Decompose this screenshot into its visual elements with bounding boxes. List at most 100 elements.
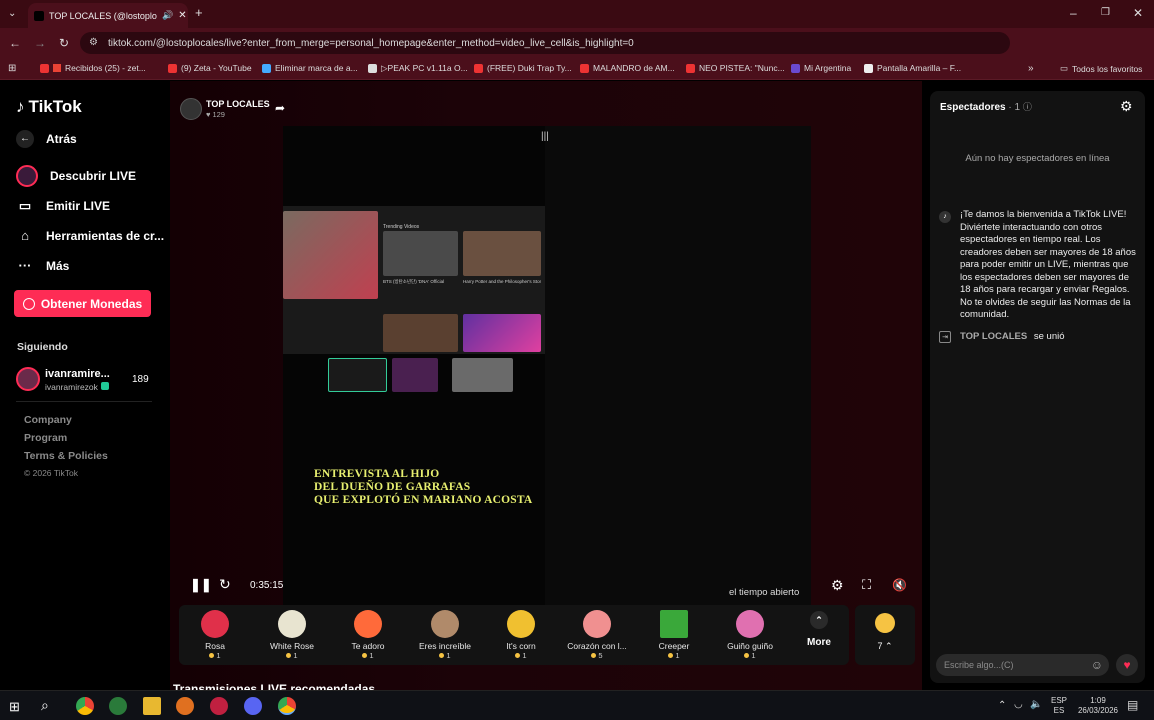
app-icon[interactable] bbox=[210, 697, 228, 715]
fl-studio-icon[interactable] bbox=[176, 697, 194, 715]
tiktok-logo[interactable]: ♪ TikTok bbox=[16, 97, 82, 117]
file-explorer-icon[interactable] bbox=[143, 697, 161, 715]
gift-item[interactable]: It's corn 1 bbox=[484, 605, 558, 665]
welcome-message: ¡Te damos la bienvenida a TikTok LIVE! D… bbox=[960, 209, 1136, 320]
coin-balance-panel[interactable]: 7 ⌃ bbox=[855, 605, 915, 665]
mute-speaker-icon[interactable]: 🔇 bbox=[892, 578, 907, 592]
footer-company-link[interactable]: Company bbox=[24, 414, 72, 426]
coin-icon bbox=[362, 653, 368, 658]
divider bbox=[16, 401, 152, 402]
more-bookmarks-chevron-icon[interactable]: » bbox=[1028, 63, 1034, 75]
gift-item[interactable]: Eres increíble 1 bbox=[408, 605, 482, 665]
site-favicon-icon bbox=[262, 63, 271, 73]
bookmark-item[interactable]: Recibidos (25) - zet... bbox=[40, 63, 146, 73]
bookmark-item[interactable]: (9) Zeta - YouTube bbox=[168, 63, 252, 73]
gift-item[interactable]: Guiño guiño 1 bbox=[713, 605, 787, 665]
windows-start-icon[interactable]: ⊞ bbox=[9, 699, 20, 715]
tab-close-icon[interactable]: ✕ bbox=[178, 10, 186, 21]
chrome-active-icon[interactable] bbox=[278, 697, 296, 715]
reload-icon[interactable]: ↻ bbox=[59, 37, 69, 49]
chat-input[interactable]: Escribe algo...(C) ☺ bbox=[936, 654, 1109, 676]
notifications-icon[interactable]: ▤ bbox=[1127, 698, 1138, 712]
bookmark-item[interactable]: Pantalla Amarilla – F... bbox=[864, 63, 961, 73]
gift-item[interactable]: Te adoro 1 bbox=[331, 605, 405, 665]
tab-audio-icon[interactable]: 🔊 bbox=[162, 10, 173, 21]
bookmark-item[interactable]: ▷PEAK PC v1.11a O... bbox=[368, 63, 468, 74]
gift-item[interactable]: Corazón con l... 5 bbox=[560, 605, 634, 665]
rose-gift-icon bbox=[201, 610, 229, 638]
close-window-icon[interactable]: ✕ bbox=[1133, 7, 1143, 19]
coin-icon bbox=[591, 653, 597, 658]
site-info-icon[interactable]: ⚙ bbox=[89, 37, 98, 48]
volume-icon[interactable]: 🔈 bbox=[1030, 699, 1042, 710]
language-indicator[interactable]: ESP ES bbox=[1051, 696, 1067, 716]
sidebar-item-creator-tools[interactable]: ⌂ Herramientas de cr... bbox=[16, 228, 164, 243]
tab-list-chevron-icon[interactable]: ⌄ bbox=[8, 8, 16, 20]
gift-item[interactable]: Rosa 1 bbox=[178, 605, 252, 665]
utorrent-icon[interactable] bbox=[109, 697, 127, 715]
forward-arrow-icon[interactable]: → bbox=[34, 37, 46, 49]
network-icon[interactable]: ◡ bbox=[1014, 699, 1023, 710]
video-thumbnail bbox=[283, 211, 378, 299]
chat-panel: Espectadores · 1 ⓘ ⚙ Aún no hay espectad… bbox=[930, 91, 1145, 683]
pause-icon[interactable]: ❚❚ bbox=[190, 577, 212, 593]
back-link[interactable]: ← Atrás bbox=[16, 130, 77, 148]
gift-item[interactable]: Creeper 1 bbox=[637, 605, 711, 665]
bookmark-item[interactable]: Eliminar marca de a... bbox=[262, 63, 358, 73]
sidebar-item-go-live[interactable]: ▭ Emitir LIVE bbox=[16, 198, 110, 214]
youtube-icon bbox=[40, 63, 49, 73]
footer-terms-link[interactable]: Terms & Policies bbox=[24, 450, 108, 462]
discord-icon[interactable] bbox=[244, 697, 262, 715]
all-bookmarks-folder[interactable]: ▭ Todos los favoritos bbox=[1060, 63, 1142, 74]
settings-gear-icon[interactable]: ⚙ bbox=[831, 577, 844, 594]
bookmark-item[interactable]: Mi Argentina bbox=[791, 63, 851, 73]
more-gifts-button[interactable]: ⌃ More bbox=[800, 611, 838, 648]
address-bar[interactable]: ⚙ tiktok.com/@lostoplocales/live?enter_f… bbox=[80, 32, 1010, 54]
fullscreen-icon[interactable]: ⛶ bbox=[862, 577, 871, 593]
stream-timer: 0:35:15 bbox=[250, 580, 284, 591]
following-header: Siguiendo bbox=[17, 341, 68, 353]
tab-title: TOP LOCALES (@lostoploca bbox=[49, 10, 157, 21]
wink-heart-gift-icon bbox=[736, 610, 764, 638]
hand-heart-gift-icon bbox=[583, 610, 611, 638]
new-tab-plus-icon[interactable]: + bbox=[195, 6, 203, 19]
gmail-icon bbox=[53, 64, 61, 72]
info-icon[interactable]: ⓘ bbox=[1023, 102, 1032, 112]
footer-program-link[interactable]: Program bbox=[24, 432, 67, 444]
following-item[interactable]: ivanramire... ivanramirezok 189 bbox=[16, 366, 156, 394]
youtube-icon bbox=[686, 63, 695, 73]
gift-item[interactable]: White Rose 1 bbox=[255, 605, 329, 665]
refresh-icon[interactable]: ↻ bbox=[219, 576, 231, 593]
host-avatar[interactable] bbox=[180, 98, 202, 120]
coin-count: 7 ⌃ bbox=[877, 641, 893, 651]
emoji-icon[interactable]: ☺ bbox=[1091, 658, 1103, 672]
sidebar-item-more[interactable]: ··· Más bbox=[16, 258, 70, 273]
site-favicon-icon bbox=[864, 63, 873, 73]
bookmark-item[interactable]: (FREE) Duki Trap Ty... bbox=[474, 63, 572, 73]
apps-grid-icon[interactable]: ⊞ bbox=[8, 63, 16, 75]
host-name[interactable]: TOP LOCALES bbox=[206, 99, 270, 109]
restore-window-icon[interactable]: ❐ bbox=[1101, 7, 1110, 19]
like-heart-icon[interactable]: ♥ bbox=[1116, 654, 1138, 676]
chrome-icon[interactable] bbox=[76, 697, 94, 715]
bookmark-item[interactable]: MALANDRO de AM... bbox=[580, 63, 675, 73]
back-arrow-icon[interactable]: ← bbox=[9, 37, 21, 49]
minimize-window-icon[interactable]: – bbox=[1070, 7, 1077, 19]
share-icon[interactable]: ➦ bbox=[275, 101, 285, 115]
browser-tab-active[interactable]: TOP LOCALES (@lostoploca 🔊 ✕ bbox=[28, 3, 188, 28]
tiktok-favicon-icon bbox=[34, 10, 44, 21]
heart-icon: ♥ bbox=[206, 110, 211, 119]
sidebar-item-discover-live[interactable]: Descubrir LIVE bbox=[16, 165, 136, 187]
video-caption: ENTREVISTA AL HIJO DEL DUEÑO DE GARRAFAS… bbox=[314, 468, 533, 506]
coin-icon bbox=[744, 653, 750, 658]
tiktok-live-page: ♪ TikTok ← Atrás Descubrir LIVE ▭ Emitir… bbox=[0, 81, 1154, 696]
chevron-up-icon: ⌃ bbox=[810, 611, 828, 629]
search-icon[interactable]: ⌕ bbox=[41, 697, 49, 714]
chat-settings-icon[interactable]: ⚙ bbox=[1120, 98, 1133, 115]
camera-icon: ▭ bbox=[18, 198, 32, 213]
bookmark-item[interactable]: NEO PISTEA: "Nunc... bbox=[686, 63, 785, 73]
heart-gift-icon bbox=[354, 610, 382, 638]
clock[interactable]: 1:09 26/03/2026 bbox=[1076, 696, 1120, 716]
get-coins-button[interactable]: Obtener Monedas bbox=[14, 290, 151, 317]
tray-chevron-icon[interactable]: ⌃ bbox=[998, 700, 1006, 711]
